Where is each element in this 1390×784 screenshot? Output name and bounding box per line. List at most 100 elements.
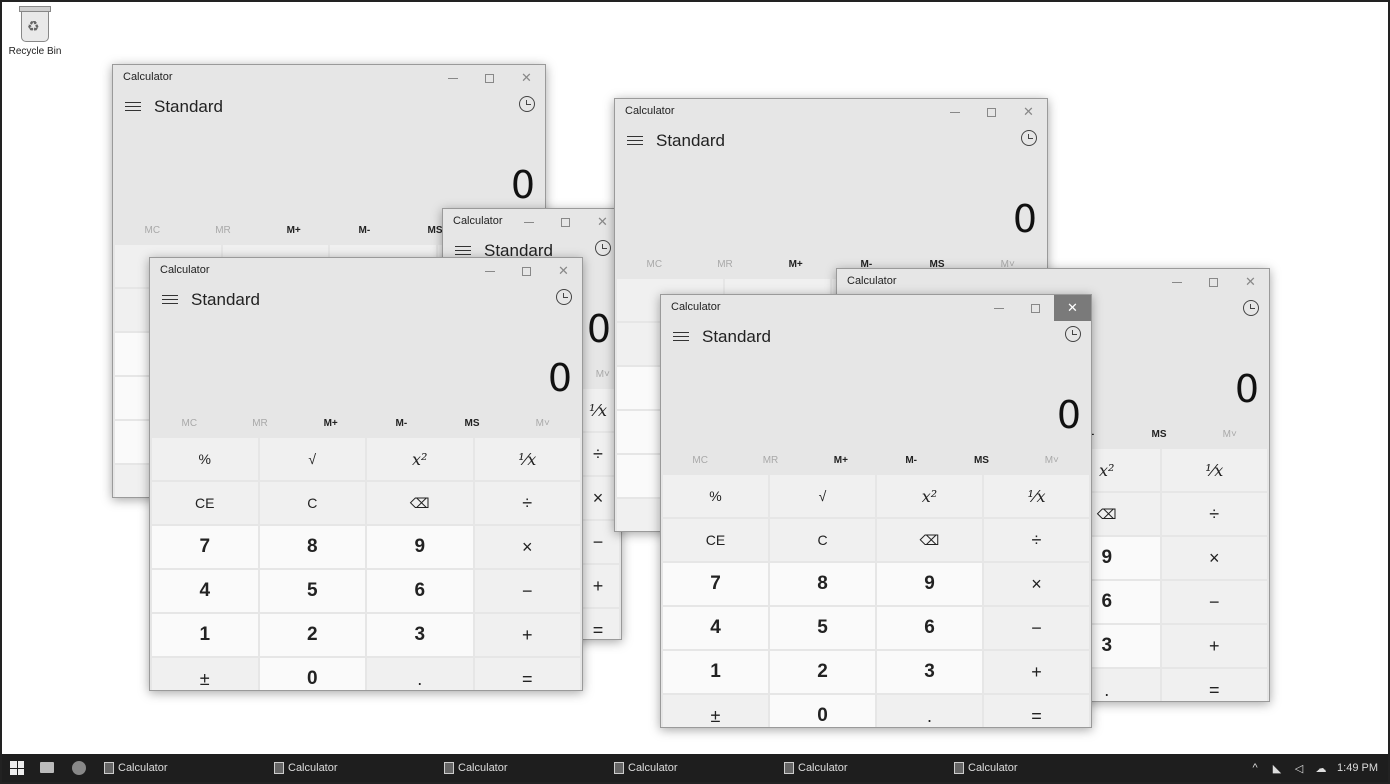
key-reciprocal[interactable]: ¹⁄x (474, 438, 580, 480)
key-8[interactable]: 8 (770, 563, 875, 605)
clock[interactable]: 1:49 PM (1337, 762, 1378, 774)
title-bar[interactable]: Calculator ✕ (150, 258, 582, 284)
chevron-up-icon[interactable]: ^ (1249, 762, 1261, 774)
key-9[interactable]: 9 (877, 563, 982, 605)
memory-button-m[interactable]: M˅ (507, 418, 578, 429)
key-plus[interactable]: + (984, 651, 1089, 693)
key-multiply[interactable]: × (577, 477, 619, 519)
taskbar-item-calculator[interactable]: Calculator (444, 754, 508, 782)
taskbar-item-calculator[interactable]: Calculator (274, 754, 338, 782)
key-negate[interactable]: ± (663, 695, 768, 727)
minimize-button[interactable] (471, 258, 508, 284)
memory-button-mc[interactable]: MC (619, 259, 690, 270)
key-reciprocal[interactable]: ¹⁄x (984, 475, 1089, 517)
key-square[interactable]: x² (367, 438, 473, 480)
memory-button-mr[interactable]: MR (735, 455, 805, 466)
key-3[interactable]: 3 (367, 614, 473, 656)
memory-button-mminus[interactable]: M- (366, 418, 437, 429)
memory-button-ms[interactable]: MS (946, 455, 1016, 466)
maximize-button[interactable] (508, 258, 545, 284)
key-5[interactable]: 5 (259, 570, 365, 612)
maximize-button[interactable] (1017, 295, 1054, 321)
hamburger-menu-icon[interactable] (125, 102, 141, 114)
key-equals[interactable]: = (474, 658, 580, 690)
close-button[interactable]: ✕ (1054, 295, 1091, 321)
key-plus[interactable]: + (474, 614, 580, 656)
memory-button-mplus[interactable]: M+ (760, 259, 831, 270)
key-minus[interactable]: − (577, 521, 619, 563)
key-8[interactable]: 8 (259, 526, 365, 568)
network-icon[interactable]: ◣ (1271, 762, 1283, 775)
title-bar[interactable]: Calculator ✕ (837, 269, 1269, 295)
memory-button-m[interactable]: M˅ (1194, 429, 1265, 440)
key-reciprocal[interactable]: ¹⁄x (1161, 449, 1267, 491)
file-explorer-icon[interactable] (40, 762, 54, 773)
calculator-window[interactable]: Calculator ✕ Standard 0 MCMRM+M-MSM˅%√x²¹⁄x C… (149, 257, 583, 691)
cloud-icon[interactable]: ☁ (1315, 762, 1327, 775)
key-clear-entry[interactable]: CE (663, 519, 768, 561)
memory-button-mr[interactable]: MR (225, 418, 296, 429)
maximize-button[interactable] (973, 99, 1010, 125)
key-1[interactable]: 1 (663, 651, 768, 693)
maximize-button[interactable] (547, 209, 584, 235)
key-7[interactable]: 7 (152, 526, 258, 568)
key-minus[interactable]: − (984, 607, 1089, 649)
minimize-button[interactable] (936, 99, 973, 125)
title-bar[interactable]: Calculator ✕ (661, 295, 1091, 321)
key-sqrt[interactable]: √ (259, 438, 365, 480)
key-decimal[interactable]: . (367, 658, 473, 690)
close-button[interactable]: ✕ (1232, 269, 1269, 295)
memory-button-m[interactable]: M˅ (1017, 455, 1087, 466)
minimize-button[interactable] (980, 295, 1017, 321)
key-equals[interactable]: = (984, 695, 1089, 727)
close-button[interactable]: ✕ (508, 65, 545, 91)
key-2[interactable]: 2 (259, 614, 365, 656)
history-icon[interactable] (595, 240, 611, 256)
key-6[interactable]: 6 (367, 570, 473, 612)
key-multiply[interactable]: × (474, 526, 580, 568)
memory-button-mc[interactable]: MC (665, 455, 735, 466)
key-equals[interactable]: = (577, 609, 619, 639)
recycle-bin[interactable]: ♻ Recycle Bin (8, 6, 62, 57)
history-icon[interactable] (1065, 326, 1081, 342)
key-6[interactable]: 6 (877, 607, 982, 649)
memory-button-mminus[interactable]: M- (329, 225, 400, 236)
title-bar[interactable]: Calculator ✕ (113, 65, 545, 91)
key-divide[interactable]: ÷ (984, 519, 1089, 561)
key-minus[interactable]: − (1161, 581, 1267, 623)
key-percent[interactable]: % (152, 438, 258, 480)
minimize-button[interactable] (1158, 269, 1195, 295)
key-plus[interactable]: + (1161, 625, 1267, 667)
key-5[interactable]: 5 (770, 607, 875, 649)
memory-button-mplus[interactable]: M+ (258, 225, 329, 236)
minimize-button[interactable] (434, 65, 471, 91)
key-7[interactable]: 7 (663, 563, 768, 605)
key-multiply[interactable]: × (1161, 537, 1267, 579)
close-button[interactable]: ✕ (1010, 99, 1047, 125)
hamburger-menu-icon[interactable] (162, 295, 178, 307)
key-9[interactable]: 9 (367, 526, 473, 568)
maximize-button[interactable] (471, 65, 508, 91)
volume-muted-icon[interactable]: ◁ (1293, 762, 1305, 775)
key-3[interactable]: 3 (877, 651, 982, 693)
key-divide[interactable]: ÷ (577, 433, 619, 475)
taskbar-item-calculator[interactable]: Calculator (614, 754, 678, 782)
minimize-button[interactable] (510, 209, 547, 235)
key-0[interactable]: 0 (259, 658, 365, 690)
key-2[interactable]: 2 (770, 651, 875, 693)
key-square[interactable]: x² (877, 475, 982, 517)
memory-button-mplus[interactable]: M+ (295, 418, 366, 429)
memory-button-mr[interactable]: MR (690, 259, 761, 270)
key-0[interactable]: 0 (770, 695, 875, 727)
key-4[interactable]: 4 (152, 570, 258, 612)
key-clear-entry[interactable]: CE (152, 482, 258, 524)
maximize-button[interactable] (1195, 269, 1232, 295)
start-icon[interactable] (10, 761, 24, 775)
key-percent[interactable]: % (663, 475, 768, 517)
taskbar-item-calculator[interactable]: Calculator (954, 754, 1018, 782)
key-backspace[interactable]: ⌫ (367, 482, 473, 524)
history-icon[interactable] (556, 289, 572, 305)
memory-button-mc[interactable]: MC (117, 225, 188, 236)
title-bar[interactable]: Calculator ✕ (615, 99, 1047, 125)
key-decimal[interactable]: . (877, 695, 982, 727)
